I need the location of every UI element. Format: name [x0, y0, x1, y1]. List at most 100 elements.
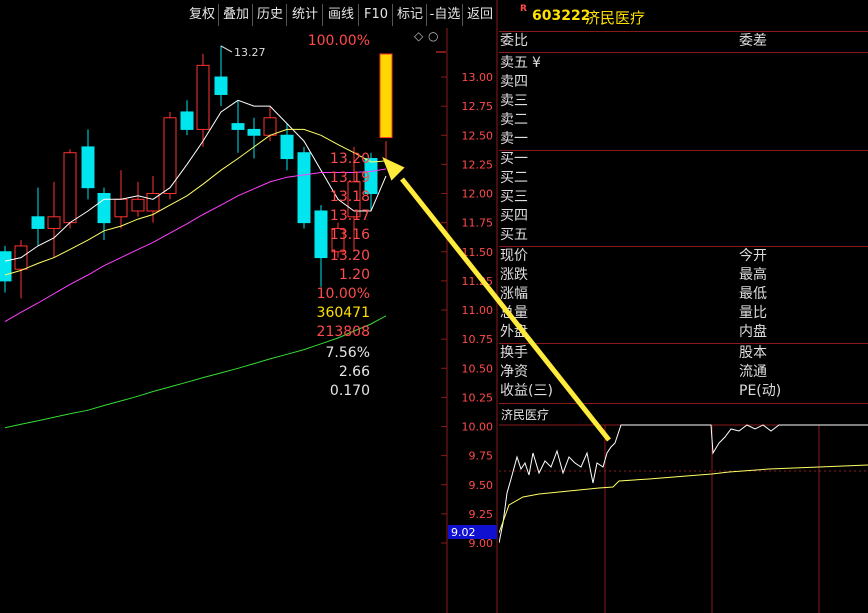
sell-label: 卖一	[500, 131, 528, 147]
fund-label: 收益(三)	[500, 383, 553, 399]
candle[interactable]	[81, 146, 95, 189]
candle[interactable]	[131, 198, 145, 212]
candle[interactable]	[114, 198, 128, 218]
divider	[499, 150, 868, 151]
candle[interactable]	[31, 216, 45, 229]
stock-terminal: 13.00 12.75 12.50 12.25 12.00 11.75 11.50 11.25…	[0, 0, 868, 613]
fund-value: 2.66	[338, 364, 370, 380]
fund-value: 7.56%	[325, 345, 370, 361]
buy-label: 买一	[500, 151, 528, 167]
price-axis-label: 12.25	[462, 158, 494, 171]
quote-label2: 量比	[739, 305, 767, 321]
stock-code: 603222	[532, 8, 591, 24]
price-axis-label: 11.75	[462, 217, 494, 230]
quote-value: 10.00%	[316, 286, 370, 302]
quote-label: 涨跌	[500, 267, 528, 283]
stock-header: R 603222 济民医疗	[499, 0, 868, 31]
buy-label: 买四	[500, 208, 528, 224]
toolbar-overlay-button[interactable]: 叠加	[218, 4, 253, 26]
price-axis-label: 12.50	[462, 129, 494, 142]
intraday-avg-line	[499, 464, 868, 534]
intraday-title: 济民医疗	[501, 408, 550, 422]
divider	[499, 343, 868, 344]
candle[interactable]	[196, 64, 210, 130]
candle[interactable]	[297, 152, 311, 224]
toolbar-draw-line-button[interactable]: 画线	[322, 4, 359, 26]
candle[interactable]	[180, 111, 194, 130]
price-axis-label: 9.25	[469, 508, 494, 521]
divider	[499, 403, 868, 404]
sell-label: 卖二	[500, 112, 528, 128]
toolbar: 复权 叠加 历史 统计 画线 F10 标记 -自选 返回	[180, 0, 498, 28]
sell-price: ¥	[532, 55, 541, 71]
limit-up-candle[interactable]	[379, 53, 393, 139]
fund-label2: PE(动)	[739, 383, 782, 399]
quote-label: 涨幅	[500, 286, 528, 302]
fund-label2: 流通	[739, 364, 767, 380]
price-axis-label: 10.50	[462, 362, 494, 375]
toolbar-remove-watchlist-button[interactable]: -自选	[426, 4, 463, 26]
price-axis-label: 10.25	[462, 391, 494, 404]
candle[interactable]	[97, 193, 111, 224]
price-axis-label: 9.75	[469, 450, 494, 463]
toolbar-back-button[interactable]: 返回	[462, 4, 497, 26]
quote-label: 总量	[500, 305, 528, 321]
sell-label: 卖三	[500, 93, 528, 109]
quote-value: 1.20	[338, 267, 370, 283]
sell-label: 卖四	[500, 74, 528, 90]
candle[interactable]	[0, 251, 12, 282]
buy-label: 买五	[500, 227, 528, 243]
buy-price: 13.16	[329, 227, 370, 243]
candle[interactable]	[214, 76, 228, 95]
diamond-icon[interactable]: ◇	[414, 29, 424, 43]
candle[interactable]	[63, 152, 77, 224]
candlestick-chart[interactable]: 13.00 12.75 12.50 12.25 12.00 11.75 11.50 11.25…	[0, 0, 500, 613]
price-axis-label: 11.00	[462, 304, 494, 317]
price-axis-label: 10.75	[462, 333, 494, 346]
buy-price: 13.19	[329, 170, 370, 186]
fund-label: 净资	[500, 364, 528, 380]
high-marker-label: 13.27	[234, 46, 266, 59]
fund-label: 换手	[500, 345, 528, 361]
price-axis-label: 12.00	[462, 188, 494, 201]
price-axis-label: 11.50	[462, 246, 494, 259]
quote-value: 13.20	[329, 248, 370, 264]
quote-value: 360471	[316, 305, 370, 321]
quote-label2: 今开	[739, 248, 767, 264]
toolbar-history-button[interactable]: 历史	[252, 4, 287, 26]
quote-label: 现价	[500, 248, 528, 264]
toolbar-fuquan-button[interactable]: 复权	[184, 4, 220, 26]
fund-value: 0.170	[329, 383, 370, 399]
toolbar-statistics-button[interactable]: 统计	[286, 4, 323, 26]
close-chart-icon[interactable]: ○	[428, 29, 438, 43]
candle[interactable]	[47, 216, 61, 229]
fund-label2: 股本	[739, 345, 767, 361]
current-price-tag-label: 9.02	[451, 526, 476, 539]
buy-label: 买三	[500, 189, 528, 205]
quote-label2: 内盘	[739, 324, 767, 340]
weicha-label: 委差	[739, 33, 767, 49]
toolbar-f10-button[interactable]: F10	[358, 4, 393, 26]
high-marker-line	[220, 45, 233, 53]
quote-label: 外盘	[500, 324, 528, 340]
candle[interactable]	[314, 210, 328, 259]
divider	[499, 31, 868, 32]
quote-value: 213808	[316, 324, 370, 340]
candle[interactable]	[280, 134, 294, 160]
quote-label2: 最低	[739, 286, 767, 302]
divider	[499, 52, 868, 53]
intraday-chart[interactable]	[499, 423, 868, 613]
buy-price: 13.20	[329, 151, 370, 167]
candle[interactable]	[263, 117, 277, 136]
quote-label2: 最高	[739, 267, 767, 283]
divider	[499, 246, 868, 247]
price-axis-label: 12.75	[462, 100, 494, 113]
weibi-label: 委比	[500, 33, 528, 49]
weibi-value: 100.00%	[307, 33, 370, 49]
toolbar-mark-button[interactable]: 标记	[392, 4, 427, 26]
intraday-price-line	[499, 424, 868, 544]
candle[interactable]	[231, 123, 245, 130]
market-marker: R	[520, 4, 527, 14]
candle[interactable]	[247, 128, 261, 136]
price-axis-label: 11.25	[462, 275, 494, 288]
